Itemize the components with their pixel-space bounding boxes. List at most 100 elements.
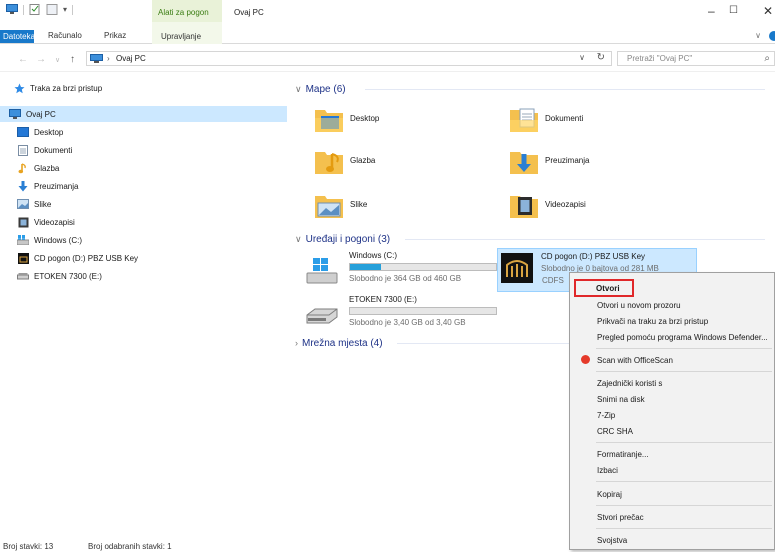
nav-this-pc[interactable]: Ovaj PC (0, 106, 287, 122)
menu-item-share-with[interactable]: Zajednički koristi s (572, 375, 774, 391)
address-bar[interactable]: › Ovaj PC ∨ ↻ (86, 51, 612, 66)
forward-button[interactable]: → (36, 54, 46, 65)
menu-item-properties[interactable]: Svojstva (572, 532, 774, 548)
chevron-right-icon[interactable]: › (295, 338, 298, 348)
navigation-bar: ← → ∨ ↑ › Ovaj PC ∨ ↻ Pretraži "Ovaj PC"… (0, 44, 775, 72)
drive-c[interactable]: Windows (C:) Slobodno je 364 GB od 460 G… (292, 248, 497, 292)
menu-item-copy[interactable]: Kopiraj (572, 486, 774, 502)
search-placeholder: Pretraži "Ovaj PC" (627, 54, 693, 63)
drive-filesystem: CDFS (542, 276, 564, 285)
nav-label: CD pogon (D:) PBZ USB Key (34, 253, 139, 263)
group-divider (397, 343, 575, 344)
nav-documents[interactable]: Dokumenti (0, 142, 287, 158)
menu-item-officescan[interactable]: Scan with OfficeScan (572, 352, 774, 368)
documents-icon (17, 144, 29, 156)
folder-downloads[interactable]: Preuzimanja (487, 142, 682, 180)
tab-computer[interactable]: Računalo (48, 31, 82, 40)
tab-manage[interactable]: Upravljanje (152, 22, 222, 44)
usb-drive-icon (306, 308, 338, 324)
menu-item-7zip[interactable]: 7-Zip (572, 407, 774, 423)
recent-locations-button[interactable]: ∨ (55, 56, 60, 64)
menu-item-burn-to-disc[interactable]: Snimi na disk (572, 391, 774, 407)
chevron-down-icon[interactable]: ∨ (295, 84, 302, 95)
nav-quick-access[interactable]: Traka za brzi pristup (0, 80, 287, 96)
nav-label: Traka za brzi pristup (30, 83, 103, 93)
drive-usage-fill (350, 264, 381, 270)
folder-label: Slike (350, 200, 368, 209)
nav-drive-d[interactable]: CD pogon (D:) PBZ USB Key (0, 250, 287, 266)
nav-desktop[interactable]: Desktop (0, 124, 287, 140)
music-folder-icon (315, 152, 343, 174)
windows-drive-icon (17, 235, 29, 246)
downloads-folder-icon (510, 152, 538, 174)
menu-separator (596, 528, 772, 529)
cd-drive-icon (17, 252, 29, 264)
tab-file[interactable]: Datoteka (0, 30, 35, 43)
folder-desktop[interactable]: Desktop (292, 100, 487, 138)
nav-pictures[interactable]: Slike (0, 196, 287, 212)
folder-videos[interactable]: Videozapisi (487, 186, 682, 224)
drive-free-space: Slobodno je 3,40 GB od 3,40 GB (349, 318, 466, 327)
menu-item-create-shortcut[interactable]: Stvori prečac (572, 509, 774, 525)
maximize-button[interactable]: ☐ (729, 4, 738, 18)
folder-music[interactable]: Glazba (292, 142, 487, 180)
nav-drive-e[interactable]: ETOKEN 7300 (E:) (0, 268, 287, 284)
navigation-pane: Traka za brzi pristup Ovaj PC Desktop Do… (0, 72, 287, 537)
help-icon[interactable] (769, 31, 775, 41)
qat-customize-icon[interactable]: ▾ (63, 5, 67, 14)
nav-videos[interactable]: Videozapisi (0, 214, 287, 230)
ribbon-expand-icon[interactable]: ∨ (755, 31, 761, 40)
up-button[interactable]: ↑ (70, 54, 75, 65)
properties-icon[interactable] (29, 4, 41, 15)
desktop-icon (17, 127, 29, 138)
chevron-down-icon[interactable]: ∨ (295, 234, 302, 245)
nav-label: Ovaj PC (26, 109, 56, 119)
search-icon[interactable]: ⌕ (764, 53, 770, 64)
close-button[interactable]: ✕ (763, 4, 773, 18)
menu-item-open-new-window[interactable]: Otvori u novom prozoru (572, 297, 774, 313)
folder-label: Preuzimanja (545, 156, 590, 165)
menu-item-format[interactable]: Formatiranje... (572, 446, 774, 462)
group-header-drives[interactable]: ∨ Uređaji i pogoni (3) (295, 232, 765, 246)
back-button[interactable]: ← (18, 54, 28, 65)
group-title: Mrežna mjesta (4) (302, 337, 383, 349)
toolbar-separator (23, 4, 24, 15)
group-title: Uređaji i pogoni (3) (305, 233, 391, 245)
search-input[interactable]: Pretraži "Ovaj PC" ⌕ (617, 51, 775, 66)
menu-separator (596, 505, 772, 506)
menu-item-pin-quick-access[interactable]: Prikvači na traku za brzi pristup (572, 313, 774, 329)
videos-icon (17, 217, 29, 228)
minimize-button[interactable]: – (708, 4, 715, 18)
pictures-icon (17, 199, 29, 210)
officescan-icon (581, 355, 590, 364)
folder-pictures[interactable]: Slike (292, 186, 487, 224)
folder-documents[interactable]: Dokumenti (487, 100, 682, 138)
group-header-network[interactable]: › Mrežna mjesta (4) (295, 336, 575, 350)
breadcrumb-this-pc[interactable]: Ovaj PC (116, 54, 146, 63)
address-dropdown-icon[interactable]: ∨ (579, 53, 585, 62)
menu-item-windows-defender[interactable]: Pregled pomoću programa Windows Defender… (572, 329, 774, 345)
group-divider (405, 239, 765, 240)
group-title: Mape (6) (305, 83, 346, 95)
new-folder-icon[interactable] (46, 4, 58, 15)
nav-drive-c[interactable]: Windows (C:) (0, 232, 287, 248)
refresh-icon[interactable]: ↻ (597, 52, 605, 63)
windows-drive-icon (306, 258, 338, 284)
menu-separator (596, 371, 772, 372)
menu-item-open[interactable]: Otvori (574, 279, 634, 297)
nav-downloads[interactable]: Preuzimanja (0, 178, 287, 194)
quick-access-toolbar: ▾ (6, 4, 74, 15)
folder-label: Desktop (350, 114, 380, 123)
breadcrumb-separator[interactable]: › (107, 54, 110, 63)
drive-e[interactable]: ETOKEN 7300 (E:) Slobodno je 3,40 GB od … (292, 292, 497, 336)
nav-music[interactable]: Glazba (0, 160, 287, 176)
menu-item-crc-sha[interactable]: CRC SHA (572, 423, 774, 439)
nav-label: Dokumenti (34, 145, 73, 155)
group-header-folders[interactable]: ∨ Mape (6) (295, 82, 765, 96)
context-menu: Otvori Otvori u novom prozoru Prikvači n… (569, 272, 775, 550)
title-bar: ▾ Alati za pogon Ovaj PC – ☐ ✕ (0, 0, 775, 22)
tab-view[interactable]: Prikaz (104, 31, 126, 40)
window-title: Ovaj PC (234, 8, 264, 17)
menu-item-eject[interactable]: Izbaci (572, 462, 774, 478)
documents-folder-icon (510, 108, 538, 132)
